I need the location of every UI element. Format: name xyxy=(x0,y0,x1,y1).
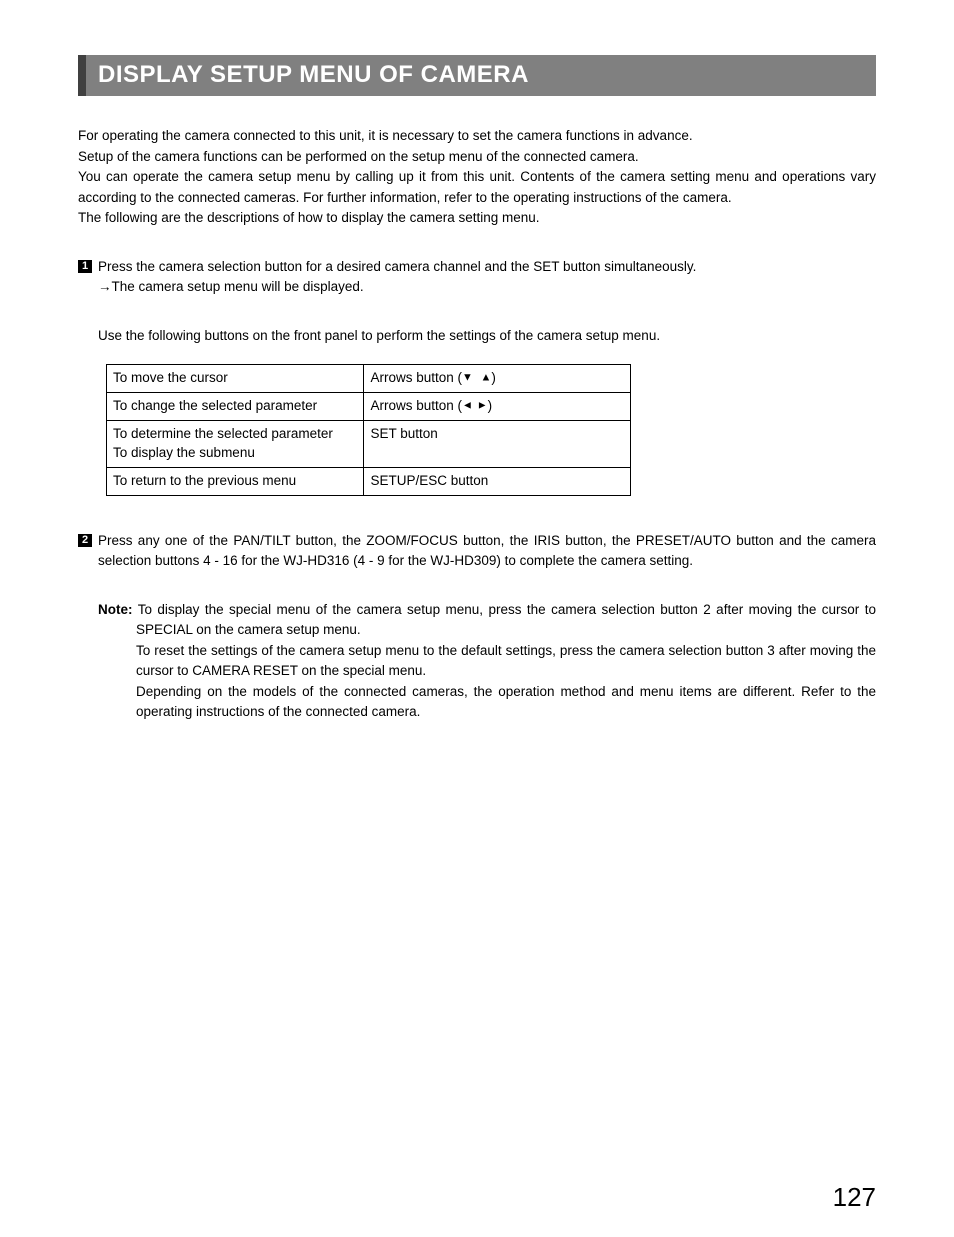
operations-table: To move the cursor Arrows button (▼ ▲) T… xyxy=(106,364,631,495)
note-line-2: To reset the settings of the camera setu… xyxy=(98,641,876,682)
intro-line-3: You can operate the camera setup menu by… xyxy=(78,169,876,205)
table-row: To determine the selected parameter To d… xyxy=(107,420,631,467)
page-number: 127 xyxy=(833,1182,876,1213)
step-number-1: 1 xyxy=(78,260,92,273)
mid-note: Use the following buttons on the front p… xyxy=(98,326,876,347)
intro-paragraph: For operating the camera connected to th… xyxy=(78,126,876,229)
step-1: 1 Press the camera selection button for … xyxy=(78,257,876,298)
intro-line-1: For operating the camera connected to th… xyxy=(78,128,693,143)
step-2-text: Press any one of the PAN/TILT button, th… xyxy=(98,531,876,572)
intro-line-2: Setup of the camera functions can be per… xyxy=(78,149,639,164)
note-line-1: To display the special menu of the camer… xyxy=(133,602,877,638)
intro-line-4: The following are the descriptions of ho… xyxy=(78,210,540,225)
cell-button: SETUP/ESC button xyxy=(364,467,631,495)
page-title: DISPLAY SETUP MENU OF CAMERA xyxy=(78,55,876,96)
cell-action: To determine the selected parameter To d… xyxy=(107,420,364,467)
note-block: Note: To display the special menu of the… xyxy=(98,600,876,723)
cell-action: To move the cursor xyxy=(107,365,364,393)
cell-text: ) xyxy=(491,370,496,385)
cell-text: To display the submenu xyxy=(113,445,255,460)
step-1-sub: →The camera setup menu will be displayed… xyxy=(98,277,876,298)
note-line-3: Depending on the models of the connected… xyxy=(98,682,876,723)
table-row: To change the selected parameter Arrows … xyxy=(107,393,631,421)
step-1-text: Press the camera selection button for a … xyxy=(98,257,876,278)
cell-text: Arrows button ( xyxy=(370,398,462,413)
cell-button: Arrows button (◄ ►) xyxy=(364,393,631,421)
down-arrow-icon: ▼ xyxy=(462,372,473,384)
step-number-2: 2 xyxy=(78,534,92,547)
step-2: 2 Press any one of the PAN/TILT button, … xyxy=(78,531,876,572)
up-arrow-icon: ▲ xyxy=(480,372,491,384)
cell-text: To determine the selected parameter xyxy=(113,426,333,441)
note-label: Note: xyxy=(98,602,133,617)
table-row: To move the cursor Arrows button (▼ ▲) xyxy=(107,365,631,393)
cell-action: To return to the previous menu xyxy=(107,467,364,495)
right-arrow-icon: ► xyxy=(477,400,488,412)
cell-action: To change the selected parameter xyxy=(107,393,364,421)
cell-text: Arrows button ( xyxy=(370,370,462,385)
left-arrow-icon: ◄ xyxy=(462,400,473,412)
cell-button: SET button xyxy=(364,420,631,467)
table-row: To return to the previous menu SETUP/ESC… xyxy=(107,467,631,495)
cell-text: ) xyxy=(488,398,493,413)
cell-button: Arrows button (▼ ▲) xyxy=(364,365,631,393)
